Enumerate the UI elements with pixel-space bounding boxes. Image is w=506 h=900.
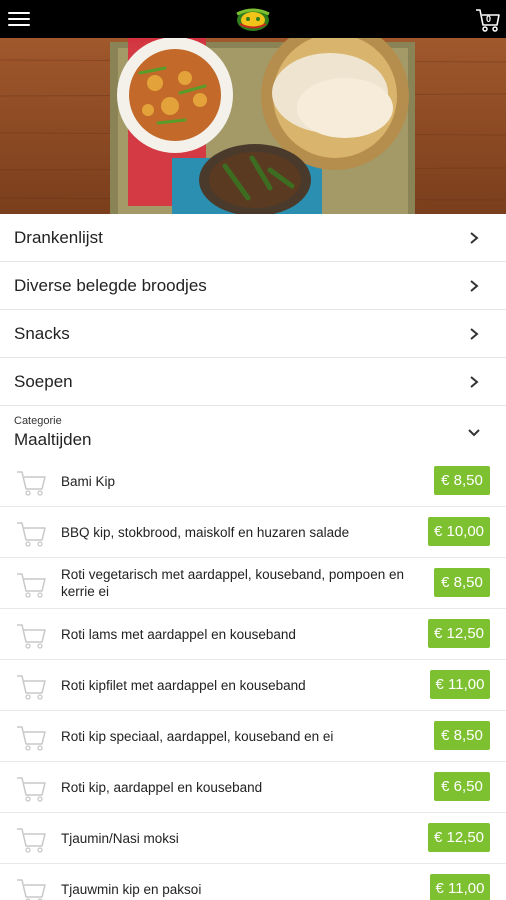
menu-item: Tjaumin/Nasi moksi € 12,50 — [0, 813, 506, 864]
category-header-maaltijden[interactable]: Categorie Maaltijden — [0, 407, 506, 456]
category-label: Diverse belegde broodjes — [14, 276, 207, 295]
menu-item: Roti kip speciaal, aardappel, kouseband … — [0, 711, 506, 762]
category-label: Drankenlijst — [14, 228, 103, 247]
menu-item: Roti kipfilet met aardappel en kouseband… — [0, 660, 506, 711]
category-row-soepen[interactable]: Soepen — [0, 358, 506, 406]
menu-item: Roti lams met aardappel en kouseband € 1… — [0, 609, 506, 660]
app-header: 0 — [0, 0, 506, 38]
price-button[interactable]: € 8,50 — [434, 721, 490, 750]
cart-count-badge: 0 — [485, 14, 491, 24]
hero-food-image — [0, 38, 506, 214]
item-name: Roti lams met aardappel en kouseband — [61, 626, 296, 642]
add-to-cart-icon[interactable] — [15, 518, 47, 548]
price-button[interactable]: € 12,50 — [428, 619, 490, 648]
item-name: BBQ kip, stokbrood, maiskolf en huzaren … — [61, 524, 350, 540]
category-row-broodjes[interactable]: Diverse belegde broodjes — [0, 262, 506, 310]
chevron-right-icon — [470, 280, 479, 292]
chevron-right-icon — [470, 328, 479, 340]
add-to-cart-icon[interactable] — [15, 875, 47, 900]
menu-item: Roti vegetarisch met aardappel, kouseban… — [0, 558, 506, 609]
item-name: Roti vegetarisch met aardappel, kouseban… — [61, 567, 404, 599]
hamburger-menu-icon[interactable] — [8, 9, 32, 29]
item-name: Roti kipfilet met aardappel en kouseband — [61, 677, 306, 693]
add-to-cart-icon[interactable] — [15, 620, 47, 650]
price-button[interactable]: € 11,00 — [430, 874, 490, 900]
price-button[interactable]: € 11,00 — [430, 670, 490, 699]
menu-item: Tjauwmin kip en paksoi € 11,00 — [0, 864, 506, 900]
chevron-right-icon — [470, 376, 479, 388]
item-name: Bami Kip — [61, 473, 116, 489]
menu-item: Roti kip, aardappel en kouseband € 6,50 — [0, 762, 506, 813]
category-label: Soepen — [14, 372, 73, 391]
price-button[interactable]: € 6,50 — [434, 772, 490, 801]
item-name: Tjaumin/Nasi moksi — [61, 830, 179, 846]
restaurant-logo — [236, 8, 270, 31]
item-name: Roti kip, aardappel en kouseband — [61, 779, 263, 795]
item-name: Roti kip speciaal, aardappel, kouseband … — [61, 728, 334, 744]
category-caption: Categorie — [14, 415, 62, 427]
price-button[interactable]: € 12,50 — [428, 823, 490, 852]
menu-item: BBQ kip, stokbrood, maiskolf en huzaren … — [0, 507, 506, 558]
price-button[interactable]: € 10,00 — [428, 517, 490, 546]
category-row-snacks[interactable]: Snacks — [0, 310, 506, 358]
add-to-cart-icon[interactable] — [15, 722, 47, 752]
price-button[interactable]: € 8,50 — [434, 466, 490, 495]
add-to-cart-icon[interactable] — [15, 824, 47, 854]
add-to-cart-icon[interactable] — [15, 467, 47, 497]
chevron-down-icon — [468, 429, 480, 437]
chevron-right-icon — [470, 232, 479, 244]
price-button[interactable]: € 8,50 — [434, 568, 490, 597]
add-to-cart-icon[interactable] — [15, 569, 47, 599]
item-name: Tjauwmin kip en paksoi — [61, 881, 202, 897]
category-row-drankenlijst[interactable]: Drankenlijst — [0, 214, 506, 262]
category-label: Snacks — [14, 324, 70, 343]
shopping-cart-button[interactable]: 0 — [474, 6, 502, 34]
add-to-cart-icon[interactable] — [15, 773, 47, 803]
add-to-cart-icon[interactable] — [15, 671, 47, 701]
category-title: Maaltijden — [14, 430, 92, 449]
menu-item: Bami Kip € 8,50 — [0, 456, 506, 507]
